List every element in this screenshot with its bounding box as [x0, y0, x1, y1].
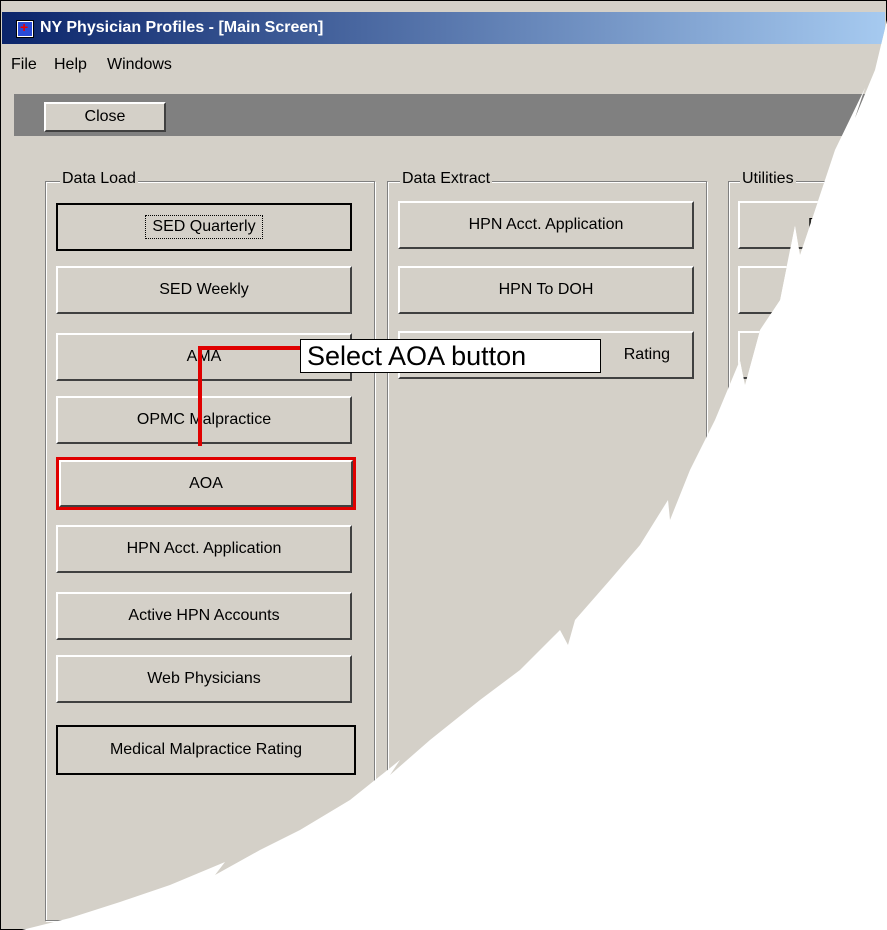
- opmc-malpractice-button[interactable]: OPMC Malpractice: [56, 396, 352, 444]
- utilities-label: Utilities: [740, 170, 796, 188]
- utilities-button-2[interactable]: [738, 266, 887, 314]
- close-button[interactable]: Close: [44, 102, 166, 132]
- utilities-button-3[interactable]: [738, 331, 887, 379]
- web-physicians-button[interactable]: Web Physicians: [56, 655, 352, 703]
- active-hpn-accounts-button[interactable]: Active HPN Accounts: [56, 592, 352, 640]
- menu-bar: File Help Windows: [2, 56, 885, 80]
- callout-connector-vertical: [198, 346, 202, 446]
- sed-quarterly-label: SED Quarterly: [145, 215, 263, 239]
- app-icon: [16, 19, 34, 38]
- menu-help[interactable]: Help: [54, 56, 87, 74]
- hpn-acct-application-button[interactable]: HPN Acct. Application: [56, 525, 352, 573]
- medical-malpractice-rating-button[interactable]: Medical Malpractice Rating: [56, 725, 356, 775]
- title-bar[interactable]: NY Physician Profiles - [Main Screen]: [2, 12, 885, 44]
- callout-label: Select AOA button: [300, 339, 601, 373]
- utilities-button-1[interactable]: R: [738, 201, 887, 249]
- callout-connector-horizontal: [198, 346, 300, 350]
- sed-weekly-button[interactable]: SED Weekly: [56, 266, 352, 314]
- menu-file[interactable]: File: [11, 56, 37, 74]
- sed-quarterly-button[interactable]: SED Quarterly: [56, 203, 352, 251]
- window-title: NY Physician Profiles - [Main Screen]: [40, 19, 324, 36]
- menu-windows[interactable]: Windows: [107, 56, 172, 74]
- application-window: NY Physician Profiles - [Main Screen] Fi…: [0, 0, 887, 930]
- hpn-to-doh-button[interactable]: HPN To DOH: [398, 266, 694, 314]
- extract-hpn-acct-application-button[interactable]: HPN Acct. Application: [398, 201, 694, 249]
- aoa-highlight-box: [56, 457, 356, 510]
- data-extract-label: Data Extract: [400, 170, 493, 188]
- data-load-label: Data Load: [60, 170, 138, 188]
